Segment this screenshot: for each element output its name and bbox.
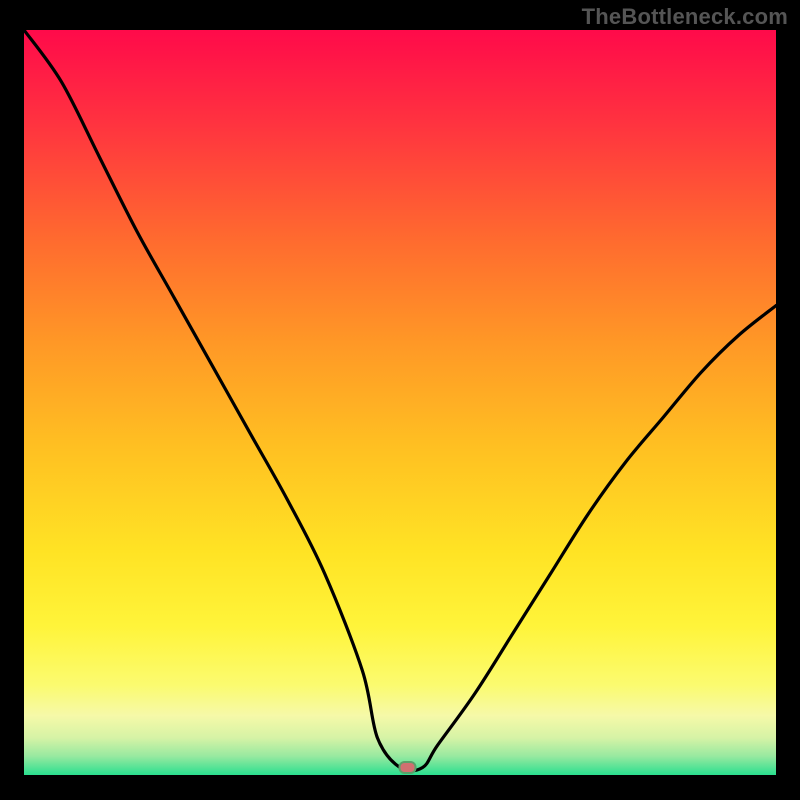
watermark-text: TheBottleneck.com	[582, 4, 788, 30]
gradient-background	[24, 30, 776, 775]
plot-area	[24, 30, 776, 775]
minimum-marker	[400, 762, 416, 773]
chart-frame: TheBottleneck.com	[0, 0, 800, 800]
plot-svg	[24, 30, 776, 775]
